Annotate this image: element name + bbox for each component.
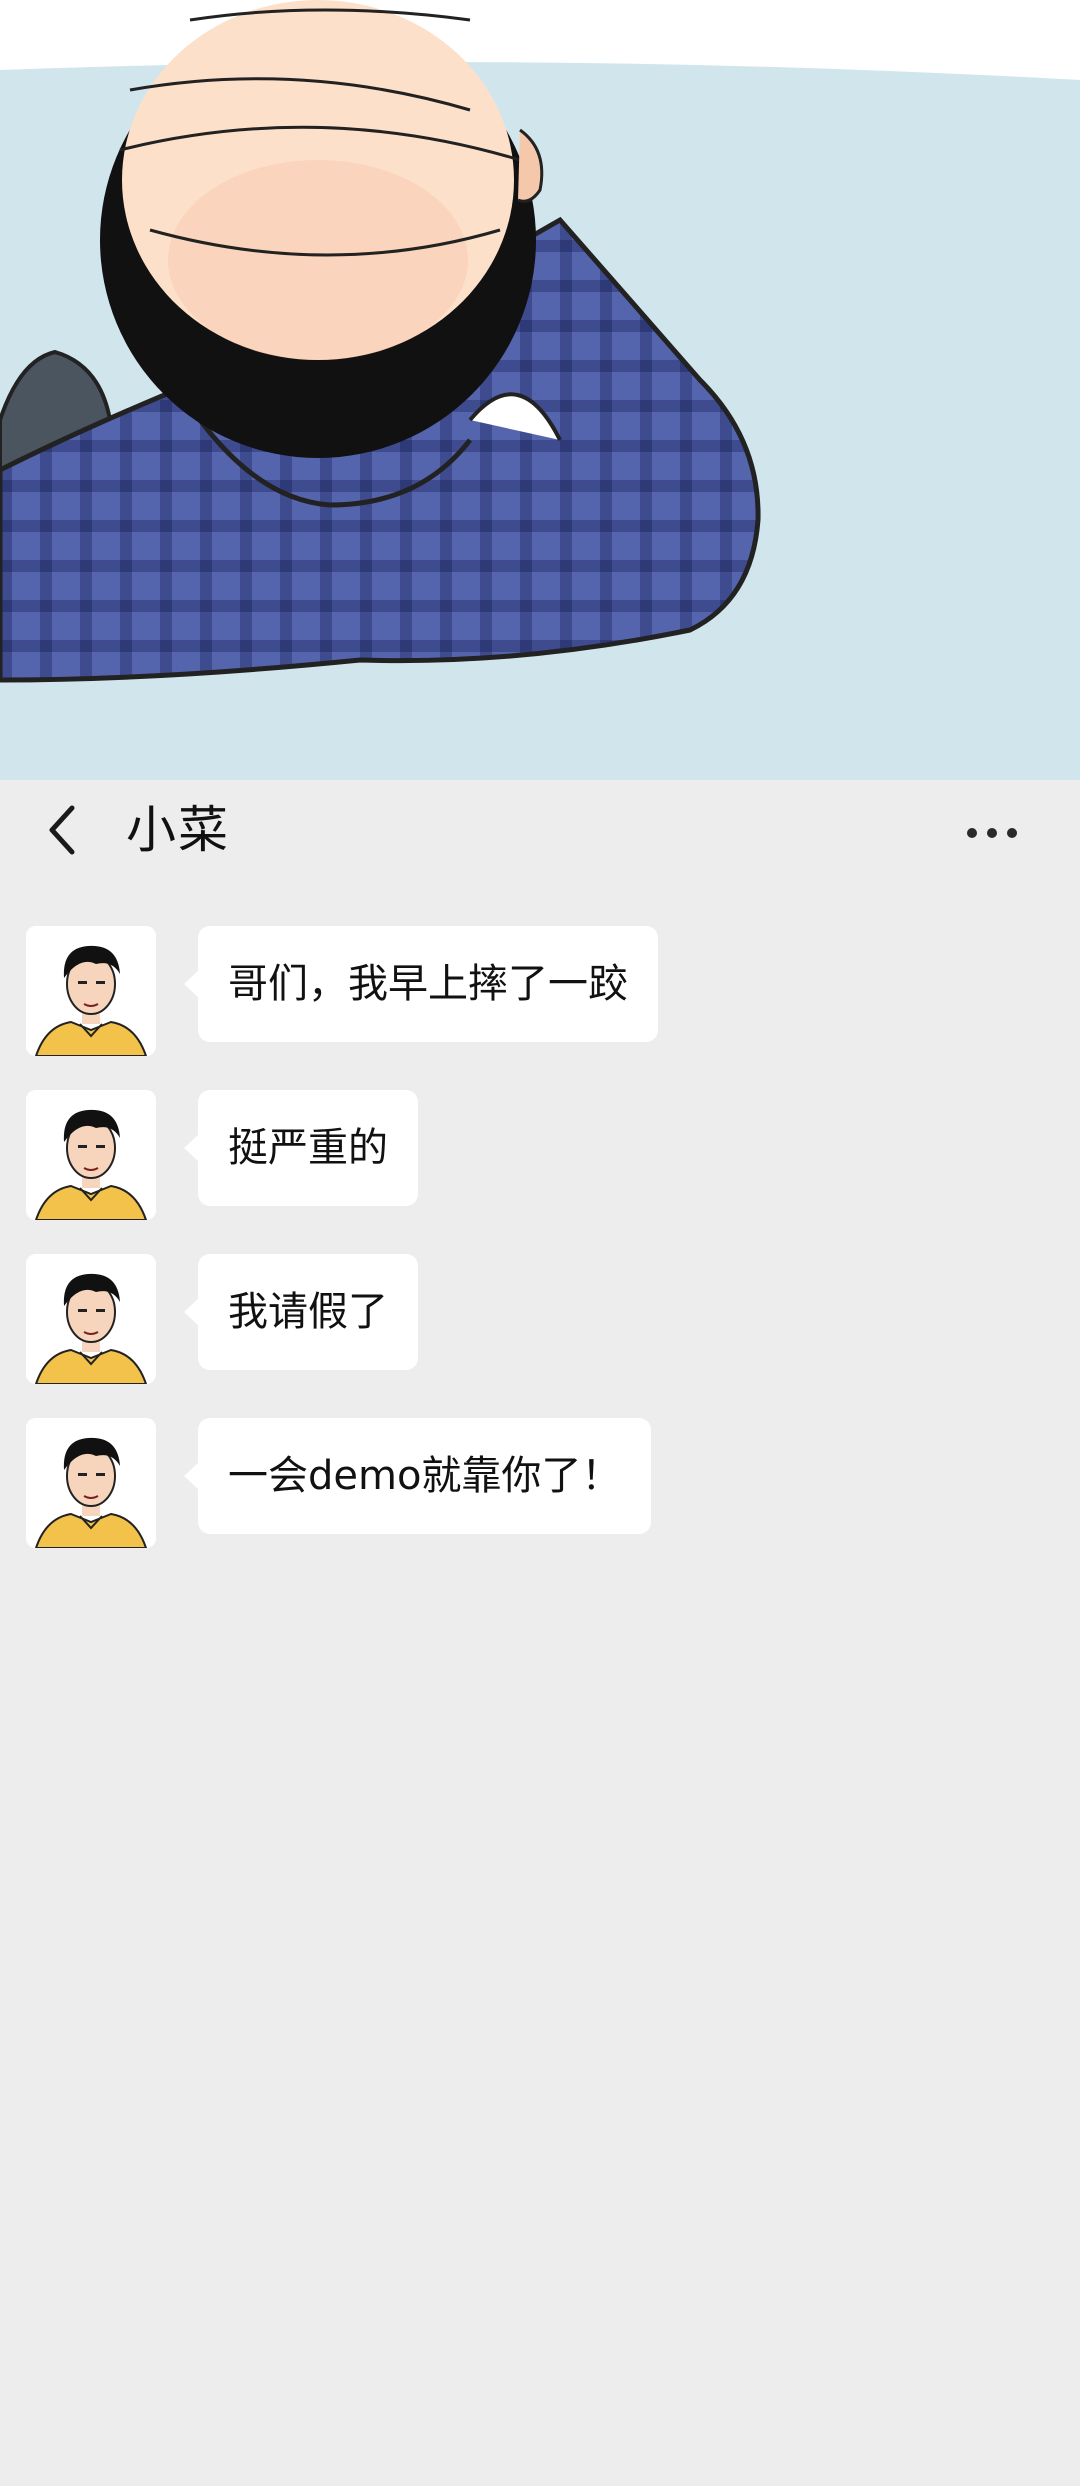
message-bubble[interactable]: 挺严重的 [184, 1090, 418, 1206]
message-row: 挺严重的 [26, 1090, 1026, 1220]
message-bubble[interactable]: 哥们，我早上摔了一跤 [184, 926, 658, 1042]
message-row: 一会demo就靠你了！ [26, 1418, 1026, 1548]
more-dots-icon [967, 828, 977, 838]
more-options-button[interactable] [932, 800, 1052, 866]
chat-screen: 小菜 哥们，我早上摔了一跤 挺严重的 我请假了 一会demo就靠你了！ [0, 780, 1080, 2486]
avatar[interactable] [26, 1254, 156, 1384]
chat-title: 小菜 [126, 801, 230, 859]
more-dot [987, 828, 997, 838]
chevron-left-icon [49, 805, 75, 855]
message-bubble[interactable]: 一会demo就靠你了！ [183, 1418, 652, 1534]
chat-header: 小菜 [0, 780, 1080, 880]
message-row: 我请假了 [26, 1254, 1026, 1384]
avatar[interactable] [26, 1418, 156, 1548]
more-dot [1007, 828, 1017, 838]
message-row: 哥们，我早上摔了一跤 [26, 926, 1026, 1056]
message-bubble[interactable]: 我请假了 [184, 1254, 418, 1370]
avatar[interactable] [26, 926, 156, 1056]
avatar[interactable] [26, 1090, 156, 1220]
comic-illustration [0, 0, 1080, 780]
back-button[interactable] [34, 796, 90, 864]
